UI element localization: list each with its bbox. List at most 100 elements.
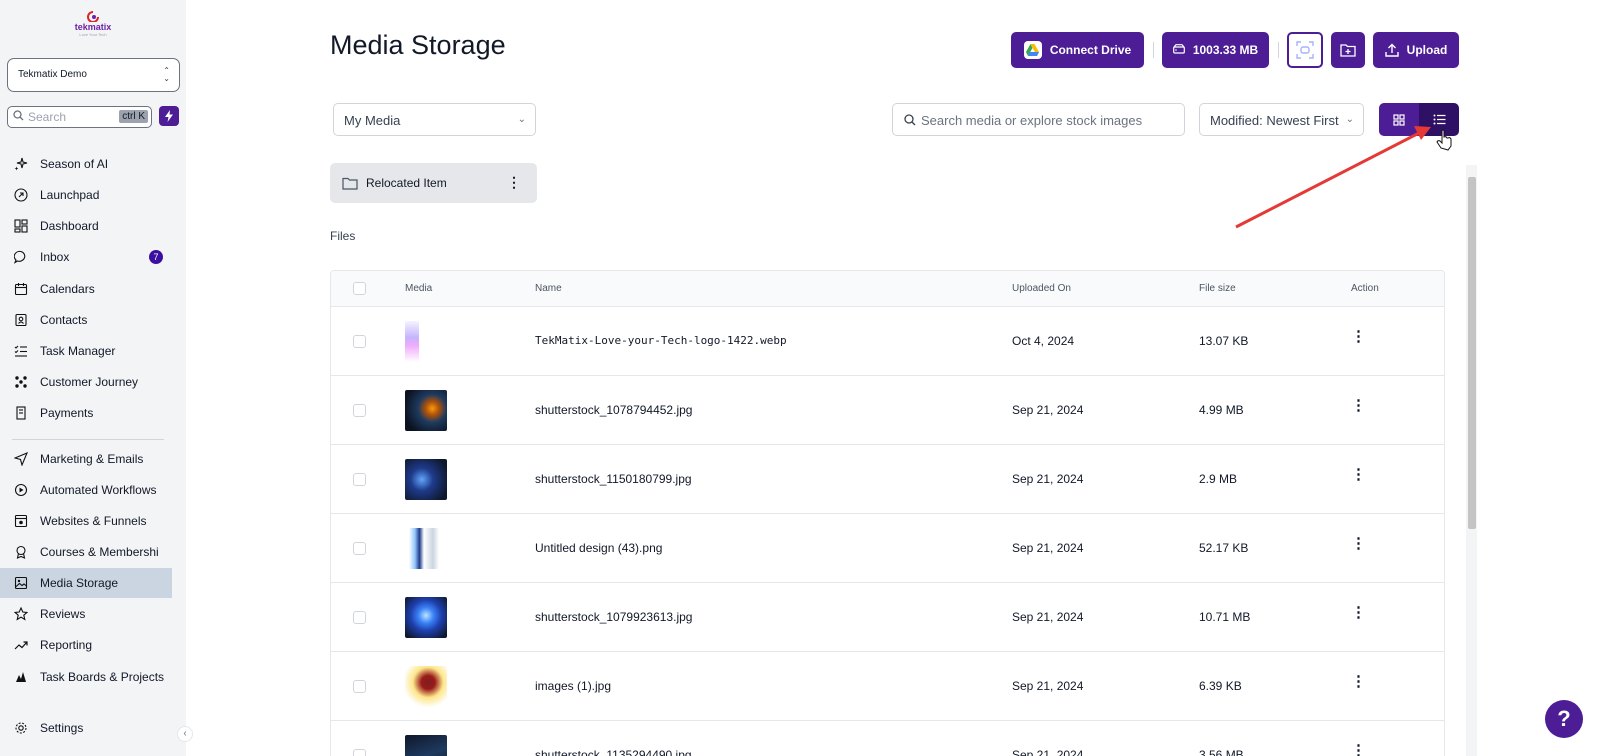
select-all-checkbox[interactable] bbox=[353, 282, 366, 295]
media-thumbnail[interactable] bbox=[409, 528, 439, 569]
file-uploaded: Oct 4, 2024 bbox=[1012, 334, 1075, 348]
row-more-icon[interactable]: ⋮ bbox=[1351, 329, 1366, 344]
sidebar-item-reviews[interactable]: Reviews bbox=[0, 599, 172, 629]
sidebar-item-label: Dashboard bbox=[40, 219, 99, 233]
rocket-icon bbox=[12, 186, 30, 204]
sidebar-item-inbox[interactable]: Inbox 7 bbox=[0, 242, 172, 272]
table-row[interactable]: Untitled design (43).png Sep 21, 2024 52… bbox=[331, 514, 1444, 583]
file-name[interactable]: shutterstock_1135294490.jpg bbox=[535, 748, 692, 756]
account-switcher[interactable]: Tekmatix Demo ⌃ ⌄ bbox=[7, 58, 180, 92]
sidebar-item-label: Task Boards & Projects bbox=[40, 670, 165, 684]
storage-usage-button[interactable]: 1003.33 MB bbox=[1162, 32, 1269, 68]
row-more-icon[interactable]: ⋮ bbox=[1351, 743, 1366, 756]
upload-label: Upload bbox=[1406, 43, 1448, 57]
sidebar-item-task-manager[interactable]: Task Manager bbox=[0, 336, 172, 366]
chat-icon bbox=[12, 248, 30, 266]
row-checkbox[interactable] bbox=[353, 542, 366, 555]
sidebar-item-reporting[interactable]: Reporting bbox=[0, 630, 172, 660]
grid-view-button[interactable] bbox=[1379, 103, 1419, 136]
row-checkbox[interactable] bbox=[353, 680, 366, 693]
sidebar-item-label: Settings bbox=[40, 721, 84, 735]
media-thumbnail[interactable] bbox=[405, 735, 447, 756]
sidebar-item-payments[interactable]: Payments bbox=[0, 398, 172, 428]
sidebar-item-courses[interactable]: Courses & Membershi bbox=[0, 537, 172, 567]
row-checkbox[interactable] bbox=[353, 404, 366, 417]
list-view-button[interactable] bbox=[1419, 103, 1459, 136]
upload-icon bbox=[1384, 43, 1399, 57]
sidebar-item-media-storage[interactable]: Media Storage bbox=[0, 568, 172, 598]
sidebar-item-label: Payments bbox=[40, 406, 94, 420]
upload-button[interactable]: Upload bbox=[1373, 32, 1459, 68]
sidebar-item-customer-journey[interactable]: Customer Journey bbox=[0, 367, 172, 397]
row-checkbox[interactable] bbox=[353, 335, 366, 348]
scrollbar-thumb[interactable] bbox=[1468, 177, 1476, 529]
sidebar-item-settings[interactable]: Settings bbox=[0, 713, 172, 743]
row-checkbox[interactable] bbox=[353, 473, 366, 486]
tekmatix-logo[interactable]: tekmatix Love Your Tech bbox=[68, 10, 118, 44]
table-row[interactable]: images (1).jpg Sep 21, 2024 6.39 KB ⋮ bbox=[331, 652, 1444, 721]
row-more-icon[interactable]: ⋮ bbox=[1351, 536, 1366, 551]
column-header-action: Action bbox=[1351, 283, 1379, 294]
search-icon bbox=[13, 110, 24, 124]
sidebar-item-websites[interactable]: Websites & Funnels bbox=[0, 506, 172, 536]
sidebar-item-label: Season of AI bbox=[40, 157, 109, 171]
contacts-icon bbox=[12, 311, 30, 329]
sort-select[interactable]: Modified: Newest First ⌄ bbox=[1199, 103, 1364, 136]
sidebar-item-label: Task Manager bbox=[40, 344, 116, 358]
table-row[interactable]: TekMatix-Love-your-Tech-logo-1422.webp O… bbox=[331, 307, 1444, 376]
logo-tagline: Love Your Tech bbox=[79, 32, 107, 37]
ai-scan-button[interactable] bbox=[1287, 32, 1323, 68]
media-thumbnail[interactable] bbox=[405, 390, 447, 431]
sidebar-item-label: Contacts bbox=[40, 313, 88, 327]
file-name[interactable]: shutterstock_1078794452.jpg bbox=[535, 403, 692, 417]
view-toggle bbox=[1379, 103, 1459, 136]
table-row[interactable]: shutterstock_1078794452.jpg Sep 21, 2024… bbox=[331, 376, 1444, 445]
row-more-icon[interactable]: ⋮ bbox=[1351, 605, 1366, 620]
file-uploaded: Sep 21, 2024 bbox=[1012, 679, 1084, 693]
row-more-icon[interactable]: ⋮ bbox=[1351, 674, 1366, 689]
row-checkbox[interactable] bbox=[353, 749, 366, 756]
new-folder-button[interactable] bbox=[1331, 32, 1365, 68]
help-button[interactable]: ? bbox=[1545, 700, 1583, 738]
file-name[interactable]: shutterstock_1150180799.jpg bbox=[535, 472, 692, 486]
file-name[interactable]: Untitled design (43).png bbox=[535, 541, 662, 555]
sidebar-item-label: Media Storage bbox=[40, 576, 119, 590]
folder-item[interactable]: Relocated Item ⋮ bbox=[330, 163, 537, 203]
folder-plus-icon bbox=[1340, 44, 1356, 57]
file-size: 13.07 KB bbox=[1199, 334, 1249, 348]
table-row[interactable]: shutterstock_1079923613.jpg Sep 21, 2024… bbox=[331, 583, 1444, 652]
file-name[interactable]: TekMatix-Love-your-Tech-logo-1422.webp bbox=[535, 334, 787, 347]
table-row[interactable]: shutterstock_1135294490.jpg Sep 21, 2024… bbox=[331, 721, 1444, 756]
media-source-select[interactable]: My Media ⌄ bbox=[333, 103, 536, 136]
send-icon bbox=[12, 450, 30, 468]
file-name[interactable]: shutterstock_1079923613.jpg bbox=[535, 610, 692, 624]
sidebar-item-launchpad[interactable]: Launchpad bbox=[0, 180, 172, 210]
storage-usage-label: 1003.33 MB bbox=[1192, 43, 1259, 57]
row-more-icon[interactable]: ⋮ bbox=[1351, 467, 1366, 482]
media-thumbnail[interactable] bbox=[405, 321, 419, 362]
sidebar-item-dashboard[interactable]: Dashboard bbox=[0, 211, 172, 241]
sidebar-item-label: Launchpad bbox=[40, 188, 100, 202]
sidebar-item-label: Websites & Funnels bbox=[40, 514, 147, 528]
sidebar-search-input[interactable]: Search ctrl K bbox=[7, 106, 152, 128]
award-icon bbox=[12, 543, 30, 561]
media-thumbnail[interactable] bbox=[405, 459, 447, 500]
sidebar-collapse-button[interactable]: ‹ bbox=[177, 726, 193, 742]
file-size: 52.17 KB bbox=[1199, 541, 1249, 555]
row-checkbox[interactable] bbox=[353, 611, 366, 624]
table-row[interactable]: shutterstock_1150180799.jpg Sep 21, 2024… bbox=[331, 445, 1444, 514]
file-name[interactable]: images (1).jpg bbox=[535, 679, 611, 693]
quick-action-button[interactable] bbox=[159, 106, 179, 126]
sidebar-item-contacts[interactable]: Contacts bbox=[0, 305, 172, 335]
sidebar-item-marketing[interactable]: Marketing & Emails bbox=[0, 444, 172, 474]
sidebar-item-calendars[interactable]: Calendars bbox=[0, 274, 172, 304]
media-thumbnail[interactable] bbox=[405, 666, 447, 707]
row-more-icon[interactable]: ⋮ bbox=[1351, 398, 1366, 413]
folder-more-icon[interactable]: ⋮ bbox=[507, 175, 521, 189]
sidebar-item-season-of-ai[interactable]: Season of AI bbox=[0, 149, 172, 179]
media-search-input[interactable]: Search media or explore stock images bbox=[892, 103, 1185, 136]
connect-drive-button[interactable]: Connect Drive bbox=[1011, 32, 1144, 68]
sidebar-item-workflows[interactable]: Automated Workflows bbox=[0, 475, 172, 505]
sidebar-item-task-boards[interactable]: Task Boards & Projects bbox=[0, 662, 172, 692]
media-thumbnail[interactable] bbox=[405, 597, 447, 638]
